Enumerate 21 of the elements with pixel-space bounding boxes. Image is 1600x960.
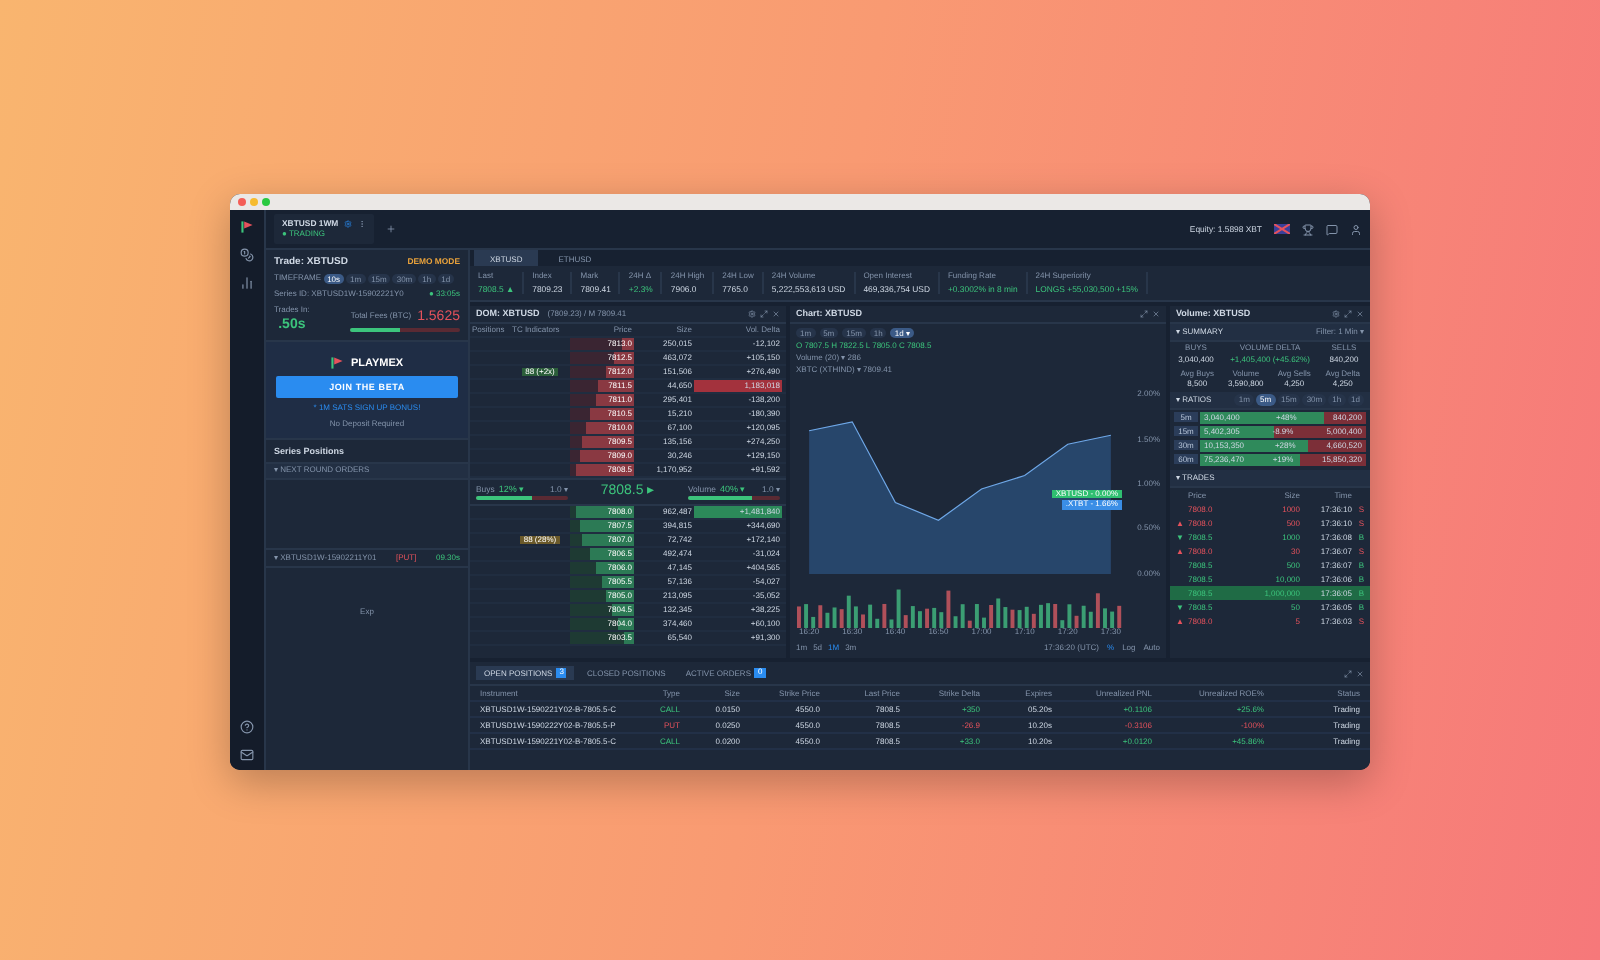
expand-icon[interactable] [1344, 310, 1352, 318]
minimize-dot[interactable] [250, 198, 258, 206]
settings-icon[interactable] [344, 219, 353, 228]
mail-icon[interactable] [240, 748, 254, 762]
chat-icon[interactable] [1326, 223, 1338, 235]
bar-chart-icon[interactable] [240, 276, 254, 290]
zoom-dot[interactable] [262, 198, 270, 206]
coins-icon[interactable] [240, 248, 254, 262]
add-icon[interactable] [386, 224, 397, 234]
expand-icon[interactable] [1344, 669, 1352, 677]
flag-logo-icon [330, 356, 345, 371]
trophy-icon[interactable] [1302, 223, 1314, 235]
expand-icon[interactable] [760, 310, 768, 318]
settings-icon[interactable] [748, 310, 756, 318]
help-icon[interactable] [240, 720, 254, 734]
flag-icon[interactable] [1274, 224, 1290, 234]
close-dot[interactable] [238, 198, 246, 206]
user-icon[interactable] [1350, 223, 1362, 235]
settings-icon[interactable] [1332, 310, 1340, 318]
expand-icon[interactable] [1140, 310, 1148, 318]
flag-logo-icon [240, 220, 254, 234]
